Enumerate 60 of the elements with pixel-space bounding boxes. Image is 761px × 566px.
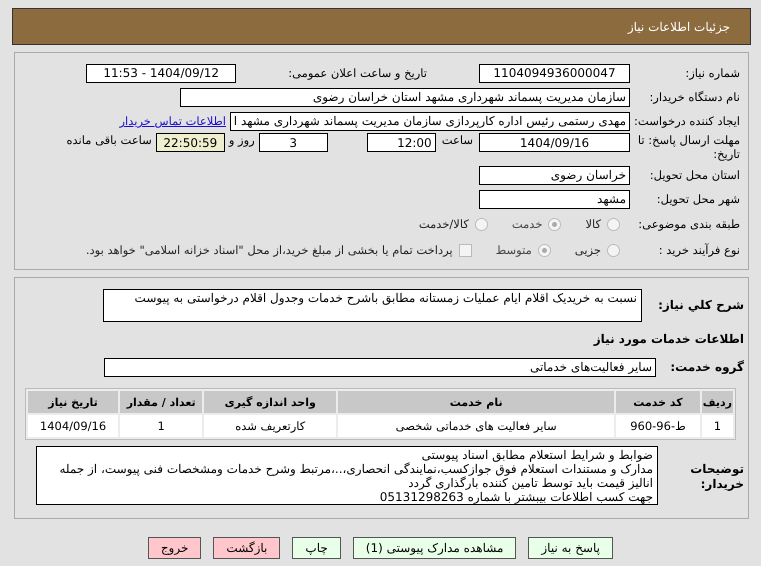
buyer-contact-link[interactable]: اطلاعات تماس خریدار	[119, 114, 226, 128]
description-textarea[interactable]: نسبت به خریدیک اقلام ایام عملیات زمستانه مطابق باشرح خدمات وجدول اقلام درخواستی به پیوست	[103, 288, 642, 322]
page-header: جزئیات اطلاعات نیاز	[12, 8, 751, 45]
field-label: نام دستگاه خریدار:	[648, 90, 740, 104]
checkbox-label: پرداخت تمام یا بخشی از مبلغ خرید،از محل "اسناد خزانه اسلامی" خواهد بود.	[86, 243, 453, 257]
field-label: گروه خدمت:	[669, 360, 744, 374]
days-field: 3	[258, 133, 328, 152]
creator-field: مهدی رستمی رئیس اداره کارپردازی سازمان مدیریت پسماند شهرداری مشهد ا	[230, 112, 630, 130]
radio-label: خدمت	[512, 217, 542, 231]
deadline-time-field: 12:00	[366, 133, 436, 152]
radio-label: کالا/خدمت	[418, 217, 469, 231]
action-button[interactable]: بازگشت	[213, 537, 280, 559]
field-label: شرح کلي نياز:	[657, 298, 744, 312]
radio-button[interactable]	[607, 244, 620, 256]
column-header: تعداد / مقدار	[120, 391, 202, 413]
need-number-field: 1104094936000047	[479, 64, 630, 82]
section-title: اطلاعات خدمات مورد نياز	[594, 332, 744, 346]
field-label: شهر محل تحویل:	[656, 192, 740, 206]
radio-label: جزیی	[574, 243, 601, 257]
radio-label: متوسط	[496, 243, 532, 257]
field-label: مهلت ارسال پاسخ: تا تاریخ:	[636, 133, 740, 161]
table-cell: سایر فعالیت های خدماتی شخصی	[338, 415, 614, 437]
radio-button[interactable]	[474, 218, 488, 230]
buyer-notes-textarea[interactable]: ضوابط و شرایط استعلام مطابق اسناد پیوستی مدارک و مستندات استعلام فوق جوازکسب،نمایندگی انحصاری،..،مرتبط وشرح خدمات ومشخصات فنی پیوست، از جمله انالیز قیمت باید توسط تامین کننده بارگذاری گردد جهت کسب اطلاعات بیبشتر با شماره 05131298263	[36, 446, 658, 505]
field-label: تاریخ و ساعت اعلان عمومی:	[288, 66, 427, 80]
checkbox[interactable]	[458, 244, 472, 256]
radio-button[interactable]	[607, 218, 620, 230]
field-label: طبقه بندی موضوعی:	[637, 217, 740, 231]
field-label: استان محل تحویل:	[648, 168, 740, 182]
column-header: واحد اندازه گیری	[204, 391, 336, 413]
remaining-label: ساعت باقی مانده	[66, 133, 152, 147]
column-header: نام خدمت	[338, 391, 614, 413]
city-field: مشهد	[479, 190, 630, 208]
action-button[interactable]: چاپ	[292, 537, 341, 559]
announce-date-field: 1404/09/12 - 11:53	[86, 64, 236, 82]
days-label: روز و	[228, 133, 255, 147]
service-group-field: سایر فعالیت‌های خدماتی	[104, 358, 656, 376]
radio-label: کالا	[585, 217, 601, 231]
table-cell: ط-96-960	[616, 415, 700, 437]
column-header: ردیف	[702, 391, 733, 413]
column-header: کد خدمت	[616, 391, 700, 413]
time-label: ساعت	[442, 133, 473, 147]
buyer-name-field: سازمان مدیریت پسماند شهرداری مشهد استان خراسان رضوی	[180, 88, 630, 106]
radio-button[interactable]	[548, 218, 562, 230]
province-field: خراسان رضوی	[479, 166, 630, 184]
table-cell: کارتعریف شده	[204, 415, 336, 437]
table-cell: 1	[120, 415, 202, 437]
table-cell: 1	[702, 415, 733, 437]
field-label: نوع فرآیند خرید :	[658, 243, 740, 257]
table-cell: 1404/09/16	[28, 415, 118, 437]
field-label: شماره نیاز:	[684, 66, 740, 80]
action-button[interactable]: پاسخ به نیاز	[528, 537, 613, 559]
deadline-date-field: 1404/09/16	[479, 133, 630, 152]
column-header: تاریخ نیاز	[28, 391, 118, 413]
action-button[interactable]: خروج	[148, 537, 202, 559]
radio-button[interactable]	[538, 244, 551, 256]
remaining-time-field: 22:50:59	[156, 133, 225, 152]
field-label: ایجاد کننده درخواست:	[633, 114, 740, 128]
field-label: توضیحات خریدار:	[689, 462, 744, 492]
action-button[interactable]: مشاهده مدارک پیوستی (1)	[352, 537, 516, 559]
